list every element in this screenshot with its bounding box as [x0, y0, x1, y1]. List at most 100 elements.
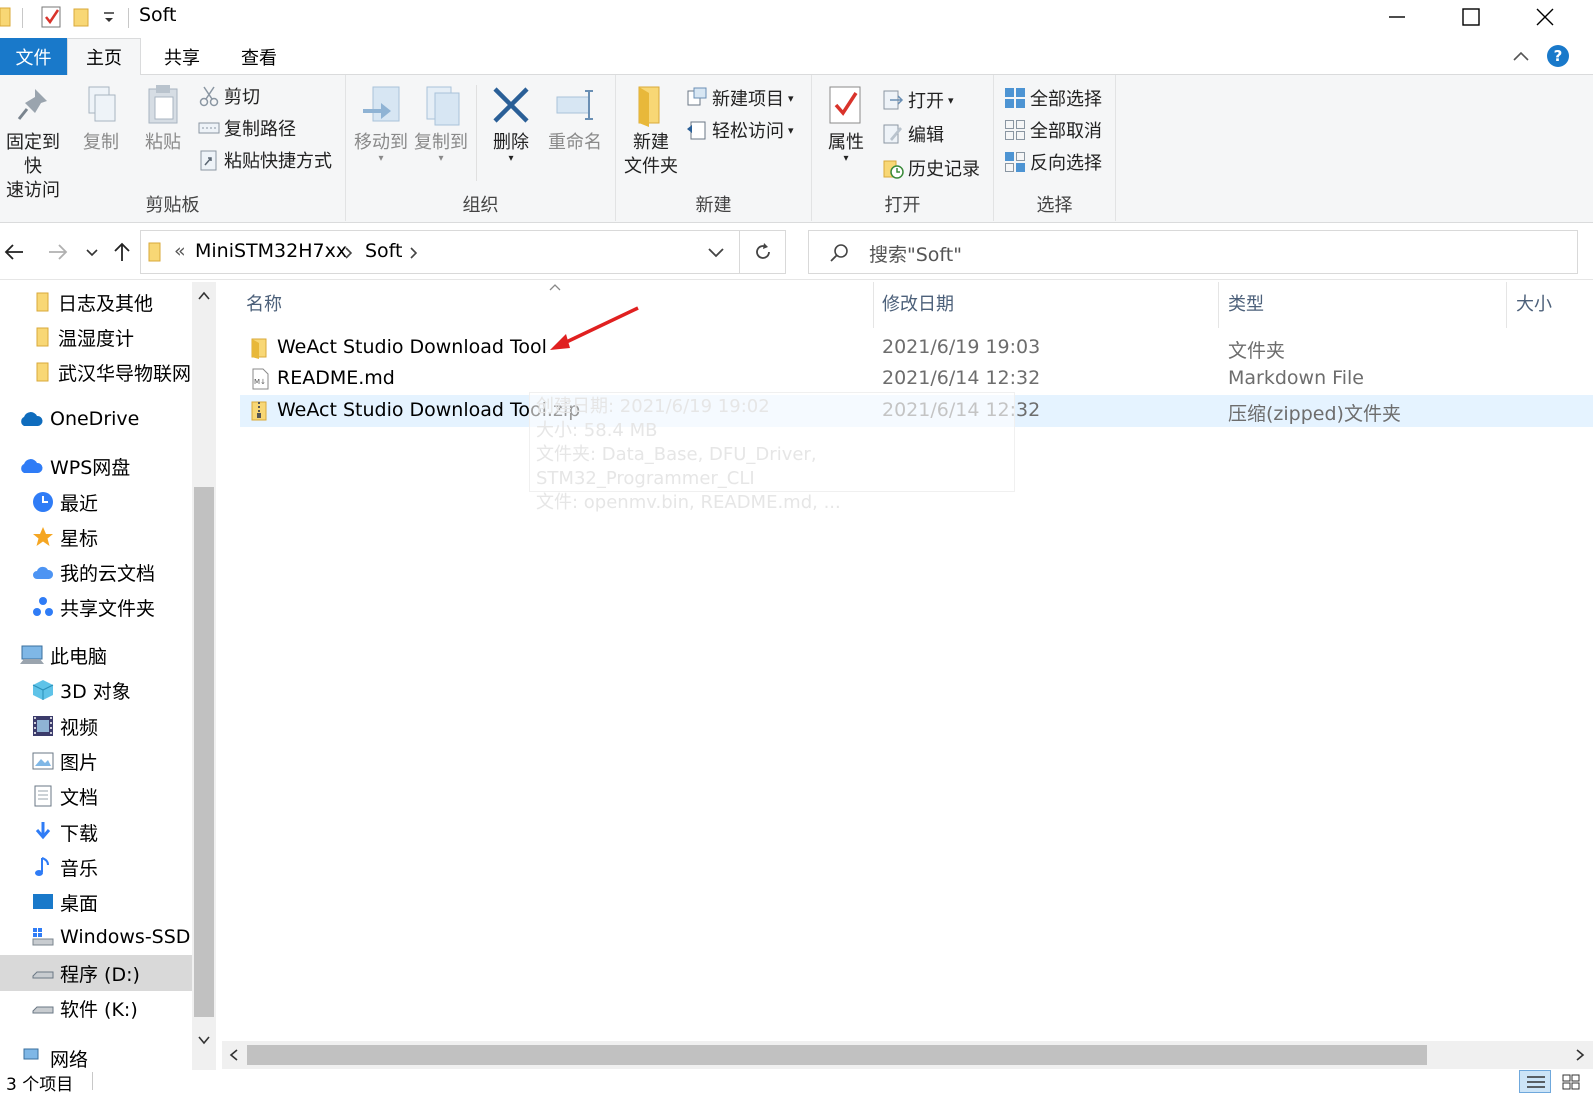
chevron-right-icon[interactable] [409, 246, 419, 260]
nav-item-folder[interactable]: 日志及其他 [0, 284, 192, 320]
edit-button[interactable]: 编辑 [882, 119, 944, 149]
horizontal-scroll-thumb[interactable] [247, 1045, 1427, 1065]
minimize-button[interactable] [1360, 0, 1434, 34]
collapse-ribbon-button[interactable] [1511, 46, 1531, 71]
svg-text:M↓: M↓ [254, 378, 266, 386]
clipboard-group-label: 剪贴板 [145, 195, 200, 216]
up-button[interactable] [110, 238, 134, 266]
scroll-right-icon[interactable] [1574, 1048, 1586, 1062]
address-bar[interactable]: « MiniSTM32H7xx Soft [140, 230, 740, 274]
move-to-button[interactable]: 移动到 ▾ [352, 83, 410, 164]
copy-icon [88, 86, 116, 122]
nav-item-recent[interactable]: 最近 [0, 484, 192, 520]
scroll-left-icon[interactable] [228, 1048, 240, 1062]
organize-group-label: 组织 [462, 195, 499, 216]
search-box[interactable]: 搜索"Soft" [808, 230, 1578, 274]
nav-item-folder[interactable]: 武汉华导物联网 [0, 354, 192, 390]
breadcrumb-ministm32h7xx[interactable]: MiniSTM32H7xx [195, 240, 347, 262]
cloud-icon [21, 412, 43, 426]
tab-share[interactable]: 共享 [145, 38, 219, 75]
select-all-button[interactable]: 全部选择 [1004, 83, 1102, 113]
back-button[interactable] [2, 238, 26, 266]
new-group: 新建 文件夹 新建项目 ▾ 轻松访问 ▾ 新建 [616, 75, 812, 221]
scroll-down-icon[interactable] [197, 1034, 211, 1046]
nav-item-shared-folder[interactable]: 共享文件夹 [0, 589, 192, 625]
nav-item-drive-d[interactable]: 程序 (D:) [0, 955, 192, 991]
cut-button[interactable]: 剪切 [198, 81, 260, 111]
easy-access-button[interactable]: 轻松访问 ▾ [686, 115, 794, 145]
properties-button[interactable]: 属性 ▾ [820, 83, 872, 164]
column-header-size[interactable]: 大小 [1516, 290, 1552, 316]
easy-access-icon [687, 121, 706, 140]
forward-button[interactable] [46, 238, 70, 266]
scroll-up-icon[interactable] [197, 290, 211, 302]
properties-quick-icon[interactable] [40, 4, 64, 30]
new-item-button[interactable]: 新建项目 ▾ [686, 83, 794, 113]
tab-file[interactable]: 文件 [0, 38, 67, 75]
select-all-label: 全部选择 [1030, 89, 1102, 110]
nav-item-onedrive[interactable]: OneDrive [0, 401, 192, 437]
nav-item-pictures[interactable]: 图片 [0, 743, 192, 779]
nav-item-desktop[interactable]: 桌面 [0, 884, 192, 920]
new-folder-button[interactable]: 新建 文件夹 [620, 83, 682, 179]
tooltip-line: 文件: openmv.bin, README.md, ... [536, 492, 841, 513]
select-none-button[interactable]: 全部取消 [1004, 115, 1102, 145]
rename-button[interactable]: 重命名 [544, 83, 606, 155]
table-row[interactable]: M↓ README.md 2021/6/14 12:32 Markdown Fi… [246, 363, 1593, 395]
pin-to-quick-access-button[interactable]: 固定到快 速访问 [0, 83, 66, 203]
large-icons-view-button[interactable] [1556, 1070, 1586, 1093]
tab-home[interactable]: 主页 [67, 38, 141, 76]
nav-item-music[interactable]: 音乐 [0, 849, 192, 885]
nav-item-documents[interactable]: 文档 [0, 778, 192, 814]
nav-item-videos[interactable]: 视频 [0, 708, 192, 744]
details-view-button[interactable] [1519, 1070, 1551, 1093]
maximize-button[interactable] [1434, 0, 1508, 34]
file-list-horizontal-scrollbar[interactable] [222, 1041, 1593, 1069]
column-header-type[interactable]: 类型 [1228, 290, 1264, 316]
download-arrow-icon [35, 822, 51, 840]
nav-item-label: 我的云文档 [60, 562, 156, 585]
history-button[interactable]: 历史记录 [882, 153, 980, 183]
chevron-right-icon[interactable] [344, 246, 354, 260]
nav-item-cloud-docs[interactable]: 我的云文档 [0, 554, 192, 590]
column-header-name[interactable]: 名称 [246, 290, 282, 316]
recent-locations-button[interactable] [84, 238, 100, 266]
column-header-modified[interactable]: 修改日期 [882, 290, 954, 316]
table-row[interactable]: WeAct Studio Download Tool 2021/6/19 19:… [246, 332, 1593, 364]
nav-item-this-pc[interactable]: 此电脑 [0, 637, 192, 673]
customize-quick-access-icon[interactable] [102, 10, 116, 36]
cut-label: 剪切 [224, 87, 260, 108]
nav-item-3d-objects[interactable]: 3D 对象 [0, 672, 192, 708]
document-icon [34, 785, 52, 807]
nav-item-downloads[interactable]: 下载 [0, 814, 192, 850]
copy-button[interactable]: 复制 [74, 83, 128, 155]
close-button[interactable] [1508, 0, 1582, 34]
breadcrumb-overflow[interactable]: « [174, 240, 186, 262]
invert-selection-button[interactable]: 反向选择 [1004, 147, 1102, 177]
delete-button[interactable]: 删除 ▾ [486, 83, 536, 164]
paste-shortcut-button[interactable]: 粘贴快捷方式 [198, 145, 332, 175]
nav-item-drive-k[interactable]: 软件 (K:) [0, 990, 192, 1026]
copy-to-label: 复制到 [414, 132, 468, 153]
copy-to-button[interactable]: 复制到 ▾ [412, 83, 470, 164]
nav-item-folder[interactable]: 温湿度计 [0, 319, 192, 355]
paste-button[interactable]: 粘贴 [136, 83, 190, 155]
refresh-button[interactable] [740, 230, 786, 274]
nav-pane-scroll-thumb[interactable] [194, 487, 214, 1017]
new-folder-quick-icon[interactable] [72, 4, 92, 30]
breadcrumb-soft[interactable]: Soft [365, 240, 403, 262]
address-dropdown-icon[interactable] [707, 245, 725, 259]
nav-item-windows-ssd[interactable]: Windows-SSD ( [0, 919, 192, 955]
drive-icon [32, 971, 54, 979]
nav-item-label: 图片 [60, 751, 99, 774]
nav-item-starred[interactable]: 星标 [0, 519, 192, 555]
nav-item-network[interactable]: 网络 [0, 1040, 192, 1070]
help-button[interactable]: ? [1546, 44, 1570, 73]
open-button[interactable]: 打开 ▾ [882, 85, 954, 115]
scissors-icon [199, 86, 219, 107]
copy-path-button[interactable]: 复制路径 [198, 113, 296, 143]
music-note-icon [35, 857, 49, 876]
tab-view[interactable]: 查看 [222, 38, 296, 75]
new-folder-label-1: 新建 [633, 132, 669, 153]
nav-item-wps[interactable]: WPS网盘 [0, 448, 192, 484]
